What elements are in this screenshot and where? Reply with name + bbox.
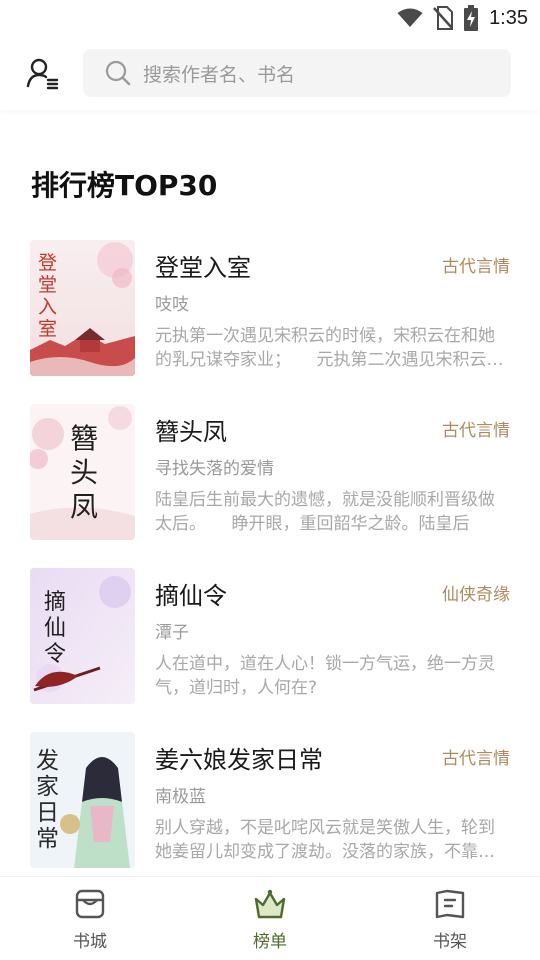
book-title: 簪头凤 xyxy=(155,418,227,446)
tab-bookshelf[interactable]: 书架 xyxy=(360,877,540,960)
book-genre: 古代言情 xyxy=(442,749,510,769)
book-author: 吱吱 xyxy=(155,295,189,315)
book-description: 别人穿越，不是叱咤风云就是笑傲人生，轮到她姜留儿却变成了渡劫。没落的家族，不靠谱… xyxy=(155,818,495,862)
book-title: 登堂入室 xyxy=(155,254,251,282)
book-description: 人在道中，道在人心！锁一方气运，绝一方灵气，道归时，人何在? xyxy=(155,654,495,698)
crown-icon xyxy=(254,889,286,919)
search-placeholder: 搜索作者名、书名 xyxy=(143,63,296,86)
tab-label: 书城 xyxy=(73,932,107,952)
book-cover: 发家日常 xyxy=(30,732,135,868)
book-author: 寻找失落的爱情 xyxy=(155,459,274,479)
status-bar: 1:35 xyxy=(0,0,540,36)
user-menu-icon[interactable] xyxy=(26,56,60,90)
no-sim-icon xyxy=(433,6,454,30)
list-item[interactable]: 簪头凤 簪头凤 古代言情 寻找失落的爱情 陆皇后生前最大的遗憾，就是没能顺利晋级… xyxy=(30,404,510,540)
list-item[interactable]: 发家日常 姜六娘发家日常 古代言情 南极蓝 别人穿越，不是叱咤风云就是笑傲人生，… xyxy=(30,732,510,868)
book-cover: 摘仙令 xyxy=(30,568,135,704)
status-time: 1:35 xyxy=(489,6,528,29)
book-cover: 登堂入室 xyxy=(30,240,135,376)
search-input[interactable]: 搜索作者名、书名 xyxy=(83,49,511,97)
book-title: 姜六娘发家日常 xyxy=(155,746,323,774)
book-title: 摘仙令 xyxy=(155,582,227,610)
bottom-tab-bar: 书城 榜单 书架 xyxy=(0,876,540,960)
bookshelf-icon xyxy=(435,889,465,919)
tab-label: 榜单 xyxy=(253,932,287,952)
cover-art-text: 摘仙令 xyxy=(44,590,67,667)
wifi-icon xyxy=(397,8,423,27)
status-icons: 1:35 xyxy=(397,4,528,32)
search-icon xyxy=(105,60,131,86)
page-title: 排行榜TOP30 xyxy=(31,169,218,202)
cover-art-text: 登堂入室 xyxy=(38,252,58,340)
cover-art-text: 簪头凤 xyxy=(70,422,99,523)
book-genre: 仙侠奇缘 xyxy=(442,585,510,605)
book-author: 潭子 xyxy=(155,623,189,643)
list-item[interactable]: 摘仙令 摘仙令 仙侠奇缘 潭子 人在道中，道在人心！锁一方气运，绝一方灵气，道归… xyxy=(30,568,510,704)
book-genre: 古代言情 xyxy=(442,421,510,441)
list-item[interactable]: 登堂入室 登堂入室 古代言情 吱吱 元执第一次遇见宋积云的时候，宋积云在和她的乳… xyxy=(30,240,510,376)
store-icon xyxy=(75,889,105,919)
tab-store[interactable]: 书城 xyxy=(0,877,180,960)
tab-ranking[interactable]: 榜单 xyxy=(180,877,360,960)
battery-charging-icon xyxy=(464,5,479,31)
book-description: 陆皇后生前最大的遗憾，就是没能顺利晋级做太后。 睁开眼，重回韶华之龄。陆皇后 xyxy=(155,490,495,534)
top-bar: 搜索作者名、书名 xyxy=(0,36,540,110)
book-cover: 簪头凤 xyxy=(30,404,135,540)
cover-art-text: 发家日常 xyxy=(36,748,59,852)
book-author: 南极蓝 xyxy=(155,787,206,807)
book-genre: 古代言情 xyxy=(442,257,510,277)
tab-label: 书架 xyxy=(433,932,467,952)
book-description: 元执第一次遇见宋积云的时候，宋积云在和她的乳兄谋夺家业； 元执第二次遇见宋积云的… xyxy=(155,326,504,370)
